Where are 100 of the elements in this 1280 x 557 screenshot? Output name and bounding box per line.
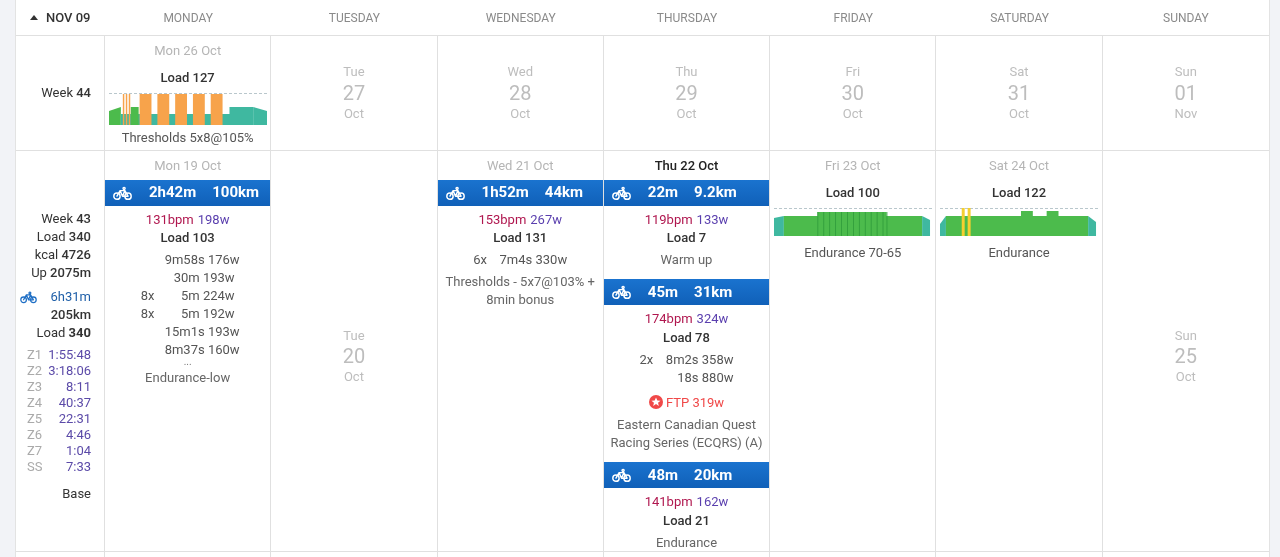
- weekday-header: SATURDAY: [989, 9, 1050, 27]
- activity-duration: 45m: [647, 281, 679, 303]
- activity-name: Warm up: [659, 251, 714, 269]
- zone-label: Z7: [27, 442, 44, 459]
- month-label: Oct: [510, 105, 531, 122]
- bicycle-icon: [113, 184, 132, 201]
- weekday-header: THURSDAY: [655, 9, 719, 27]
- planned-load: Load 127: [160, 68, 215, 87]
- weekday-header: SUNDAY: [1162, 9, 1210, 27]
- more-indicator: ...: [183, 359, 192, 365]
- achievement-text: FTP 319w: [665, 393, 725, 412]
- heart-rate: 131bpm: [145, 210, 194, 229]
- interval-detail: 7m4s 330w: [498, 251, 568, 269]
- training-phase: Base: [62, 484, 91, 503]
- activity-duration: 1h52m: [481, 182, 529, 204]
- weekday-label: Tue: [343, 327, 365, 344]
- weekday-label: Thu: [675, 64, 698, 81]
- zone-time: 8:11: [64, 378, 91, 395]
- zone-label: Z6: [27, 426, 44, 443]
- weekday-header: WEDNESDAY: [484, 9, 557, 27]
- caret-icon: [30, 15, 38, 20]
- day-number: 20: [342, 343, 366, 369]
- day-number: 27: [342, 80, 366, 106]
- heart-rate: 153bpm: [478, 210, 527, 229]
- activity-header[interactable]: 48m 20km: [603, 462, 770, 488]
- interval-reps: 6x: [473, 251, 488, 269]
- day-number: 28: [508, 80, 532, 106]
- day-number: 25: [1174, 343, 1198, 369]
- month-label: Nov: [1174, 105, 1198, 122]
- workout-name: Endurance: [988, 244, 1050, 262]
- ride-load: Load 340: [36, 323, 91, 342]
- activity-distance: 100km: [212, 182, 260, 204]
- interval-reps: 8x: [140, 287, 156, 305]
- week-stat: Week 43: [41, 209, 91, 228]
- power: 324w: [696, 310, 729, 328]
- power: 133w: [696, 210, 729, 229]
- zone-label: Z4: [27, 394, 44, 411]
- week-stat: Up 2075m: [31, 263, 91, 282]
- date-label: Thu 22 Oct: [654, 157, 719, 175]
- zone-label: Z1: [27, 346, 44, 363]
- activity-header[interactable]: 45m 31km: [603, 279, 770, 305]
- activity-distance: 20km: [694, 464, 733, 486]
- activity-distance: 44km: [544, 182, 583, 204]
- weekday-header: FRIDAY: [832, 9, 875, 27]
- month-label: Oct: [676, 105, 697, 122]
- date-label: Mon 26 Oct: [154, 42, 222, 60]
- bicycle-icon: [611, 467, 631, 483]
- date-label: Mon 19 Oct: [154, 157, 222, 175]
- weekday-label: Sun: [1174, 64, 1197, 81]
- planned-load: Load 122: [992, 183, 1047, 202]
- zone-time: 22:31: [57, 410, 91, 427]
- weekday-label: Wed: [507, 64, 533, 81]
- interval-reps: 8x: [140, 305, 156, 323]
- weekday-label: Tue: [343, 64, 365, 81]
- date-label: Fri 23 Oct: [824, 157, 881, 175]
- zone-label: Z5: [27, 410, 44, 427]
- activity-load: Load 131: [493, 229, 548, 247]
- zone-label: SS: [27, 458, 44, 475]
- activity-header[interactable]: 2h42m 100km: [105, 179, 271, 206]
- week-stat: kcal 4726: [34, 245, 91, 264]
- activity-load: Load 21: [663, 511, 710, 530]
- zone-time: 3:18:06: [47, 362, 91, 379]
- workout-name: Thresholds 5x8@105%: [121, 129, 254, 147]
- interval-detail: 5m 224w: [180, 287, 235, 305]
- heart-rate: 119bpm: [644, 210, 693, 229]
- bicycle-icon: [445, 184, 465, 201]
- activity-header[interactable]: 1h52m 44km: [437, 179, 603, 206]
- activity-header[interactable]: 22m 9.2km: [603, 179, 770, 206]
- zone-label: Z3: [27, 378, 44, 395]
- activity-duration: 48m: [647, 464, 679, 486]
- collapse-toggle[interactable]: NOV 09: [16, 7, 105, 28]
- activity-load: Load 103: [160, 229, 215, 247]
- month-label: Oct: [343, 105, 364, 122]
- zone-time: 1:55:48: [47, 346, 91, 363]
- planned-load: Load 100: [825, 183, 880, 202]
- week-stat: Week 44: [41, 84, 91, 102]
- activity-name: Endurance: [654, 533, 719, 552]
- weekday-header: TUESDAY: [327, 9, 381, 27]
- power: 267w: [530, 210, 562, 229]
- month-label: Oct: [1009, 105, 1030, 122]
- heart-rate: 174bpm: [644, 310, 693, 328]
- weekday-label: Sun: [1174, 327, 1197, 344]
- bicycle-icon: [611, 184, 631, 201]
- week-stat: Load 340: [36, 227, 91, 246]
- heart-rate: 141bpm: [644, 493, 693, 511]
- interval-detail: 18s 880w: [676, 368, 734, 387]
- ride-duration: 6h31m: [50, 287, 91, 306]
- month-label: Oct: [842, 105, 863, 122]
- interval-detail: 5m 192w: [180, 305, 235, 323]
- zone-time: 7:33: [64, 458, 91, 475]
- activity-duration: 2h42m: [149, 182, 197, 204]
- zone-time: 4:46: [64, 426, 91, 443]
- workout-name: Endurance 70-65: [804, 244, 902, 262]
- activity-distance: 31km: [694, 281, 733, 303]
- activity-name: Eastern Canadian Quest Racing Series (ECQRS) (A): [609, 416, 764, 452]
- day-number: 01: [1174, 80, 1198, 106]
- month-label: Oct: [1175, 368, 1196, 385]
- interval-detail: 30m 193w: [172, 269, 235, 287]
- ride-distance: 205km: [50, 305, 91, 324]
- month-label: Oct: [343, 368, 364, 385]
